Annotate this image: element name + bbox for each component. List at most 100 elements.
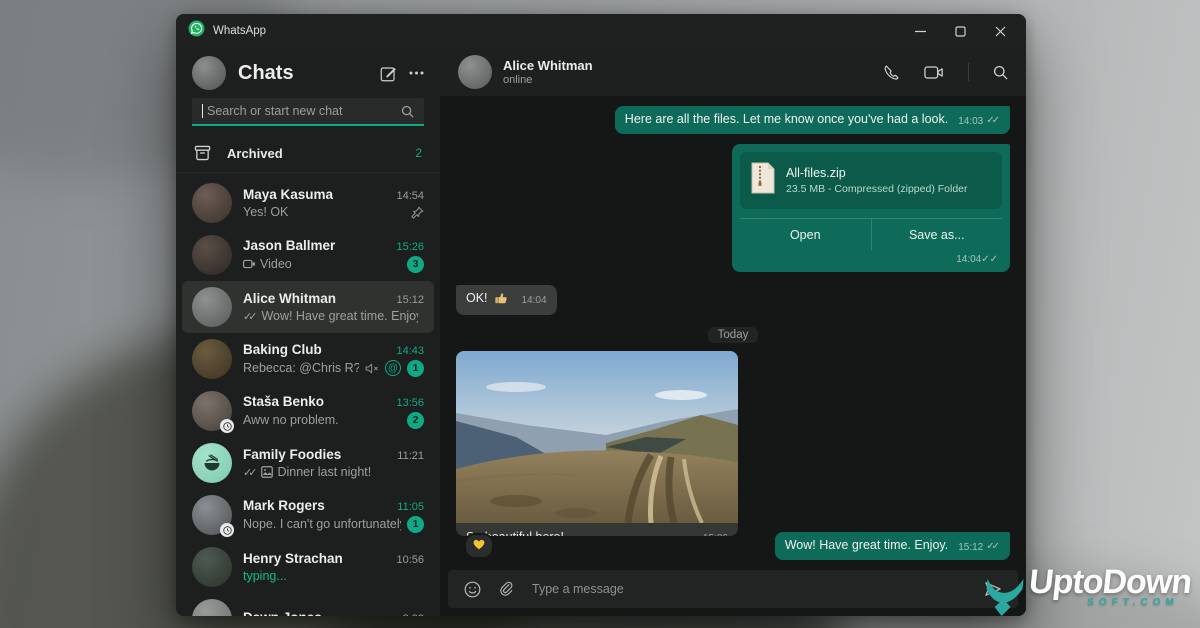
chat-list-item[interactable]: Henry Strachan 10:56 typing... — [182, 541, 434, 593]
archived-label: Archived — [227, 146, 399, 161]
chat-list-item[interactable]: Alice Whitman 15:12 ✓✓Wow! Have great ti… — [182, 281, 434, 333]
chat-preview: Nope. I can't go unfortunately. — [243, 517, 401, 531]
thumbs-up-icon — [494, 291, 508, 308]
chat-preview: ✓✓Dinner last night! — [243, 465, 418, 479]
chat-name: Baking Club — [243, 342, 390, 357]
chat-name: Staša Benko — [243, 394, 390, 409]
open-button[interactable]: Open — [740, 219, 872, 250]
read-receipt-icon: ✓✓ — [986, 541, 1000, 552]
read-receipt-icon: ✓✓ — [981, 254, 998, 265]
message-composer[interactable]: Type a message — [448, 570, 1018, 608]
search-input[interactable]: Search or start new chat — [192, 98, 424, 126]
chat-list-item[interactable]: Jason Ballmer 15:26 Video 3 — [182, 229, 434, 281]
chat-name: Jason Ballmer — [243, 238, 390, 253]
chat-list-item[interactable]: Family Foodies 11:21 ✓✓Dinner last night… — [182, 437, 434, 489]
read-receipt-icon: ✓✓ — [243, 310, 257, 323]
photo-message[interactable]: So beautiful here! 15:06 — [456, 351, 738, 536]
contact-avatar[interactable] — [458, 55, 492, 89]
chat-name: Maya Kasuma — [243, 187, 390, 202]
chat-name: Henry Strachan — [243, 551, 390, 566]
chat-preview: Yes! OK — [243, 205, 405, 219]
chat-avatar — [192, 495, 232, 535]
chat-time: 15:26 — [396, 241, 424, 253]
chat-list-item[interactable]: Dawn Jones 8:32 — [182, 593, 434, 616]
chat-list: Maya Kasuma 14:54 Yes! OK Jason Ballmer … — [176, 173, 440, 616]
voice-call-icon[interactable] — [883, 64, 900, 81]
chat-list-item[interactable]: Staša Benko 13:56 Aww no problem. 2 — [182, 385, 434, 437]
close-button[interactable] — [980, 16, 1020, 46]
message-time: 14:03 — [958, 116, 983, 127]
emoji-icon[interactable] — [464, 581, 481, 598]
text-caret — [202, 104, 203, 118]
chat-preview: Aww no problem. — [243, 413, 401, 427]
unread-badge: 1 — [407, 360, 424, 377]
chat-preview: typing... — [243, 569, 418, 583]
chat-name: Dawn Jones — [243, 610, 397, 616]
video-camera-icon — [243, 259, 256, 269]
chat-avatar — [192, 287, 232, 327]
chats-title: Chats — [238, 62, 368, 85]
chat-time: 15:12 — [396, 294, 424, 306]
message-text: OK! — [466, 291, 488, 305]
clock-badge-icon — [220, 419, 234, 433]
search-placeholder: Search or start new chat — [207, 104, 401, 118]
message-text: Here are all the files. Let me know once… — [625, 112, 948, 126]
mention-badge: @ — [385, 360, 401, 376]
message-area: Here are all the files. Let me know once… — [440, 96, 1026, 560]
group-avatar-noodles-icon — [192, 443, 232, 483]
chat-time: 13:56 — [396, 397, 424, 409]
conversation-panel: Alice Whitman online — [440, 48, 1026, 616]
chat-list-item[interactable]: Maya Kasuma 14:54 Yes! OK — [182, 177, 434, 229]
chat-avatar — [192, 391, 232, 431]
incoming-message[interactable]: OK! 14:04 — [456, 285, 557, 315]
uptodown-logo-icon — [981, 575, 1026, 622]
chat-avatar — [192, 599, 232, 616]
minimize-button[interactable] — [900, 16, 940, 46]
sidebar: Chats Search or start new chat — [176, 48, 440, 616]
message-time: 15:12 — [958, 542, 983, 553]
save-as-button[interactable]: Save as... — [872, 219, 1003, 250]
chat-name: Family Foodies — [243, 447, 391, 462]
file-attachment[interactable]: All-files.zip 23.5 MB - Compressed (zipp… — [740, 152, 1002, 209]
whatsapp-window: WhatsApp Chats — [176, 14, 1026, 616]
menu-button[interactable] — [409, 71, 424, 75]
profile-avatar[interactable] — [192, 56, 226, 90]
new-chat-button[interactable] — [380, 65, 397, 82]
mute-icon — [365, 363, 379, 374]
message-text: Wow! Have great time. Enjoy. — [785, 538, 949, 552]
chat-time: 8:32 — [403, 613, 424, 616]
outgoing-message[interactable]: Here are all the files. Let me know once… — [615, 106, 1010, 134]
chat-time: 10:56 — [396, 554, 424, 566]
chat-avatar — [192, 339, 232, 379]
file-meta: 23.5 MB - Compressed (zipped) Folder — [786, 183, 968, 195]
contact-name[interactable]: Alice Whitman — [503, 58, 872, 73]
archived-row[interactable]: Archived 2 — [176, 136, 440, 173]
header-divider — [968, 63, 969, 81]
window-titlebar: WhatsApp — [176, 14, 1026, 48]
video-call-icon[interactable] — [924, 65, 944, 80]
clock-badge-icon — [220, 523, 234, 537]
outgoing-message[interactable]: Wow! Have great time. Enjoy. 15:12✓✓ — [775, 532, 1010, 560]
attach-icon[interactable] — [499, 581, 514, 598]
pin-icon — [411, 206, 424, 219]
chat-time: 14:43 — [396, 345, 424, 357]
window-title: WhatsApp — [213, 25, 266, 37]
zip-file-icon — [750, 162, 776, 199]
chat-time: 11:05 — [397, 501, 424, 513]
file-message[interactable]: All-files.zip 23.5 MB - Compressed (zipp… — [732, 144, 1010, 272]
watermark-brand: UptoDown — [1027, 565, 1193, 599]
reaction-pill[interactable] — [464, 533, 494, 559]
maximize-button[interactable] — [940, 16, 980, 46]
chat-list-item[interactable]: Baking Club 14:43 Rebecca: @Chris R? @1 — [182, 333, 434, 385]
conversation-header: Alice Whitman online — [440, 48, 1026, 96]
search-icon — [401, 105, 414, 118]
read-receipt-icon: ✓✓ — [243, 466, 257, 479]
yellow-heart-icon — [473, 537, 485, 555]
chat-avatar — [192, 183, 232, 223]
chat-list-item[interactable]: Mark Rogers 11:05 Nope. I can't go unfor… — [182, 489, 434, 541]
search-in-chat-icon[interactable] — [993, 65, 1008, 80]
chat-time: 14:54 — [396, 190, 424, 202]
contact-status: online — [503, 74, 872, 86]
whatsapp-logo-icon — [188, 20, 205, 42]
chat-name: Mark Rogers — [243, 498, 391, 513]
